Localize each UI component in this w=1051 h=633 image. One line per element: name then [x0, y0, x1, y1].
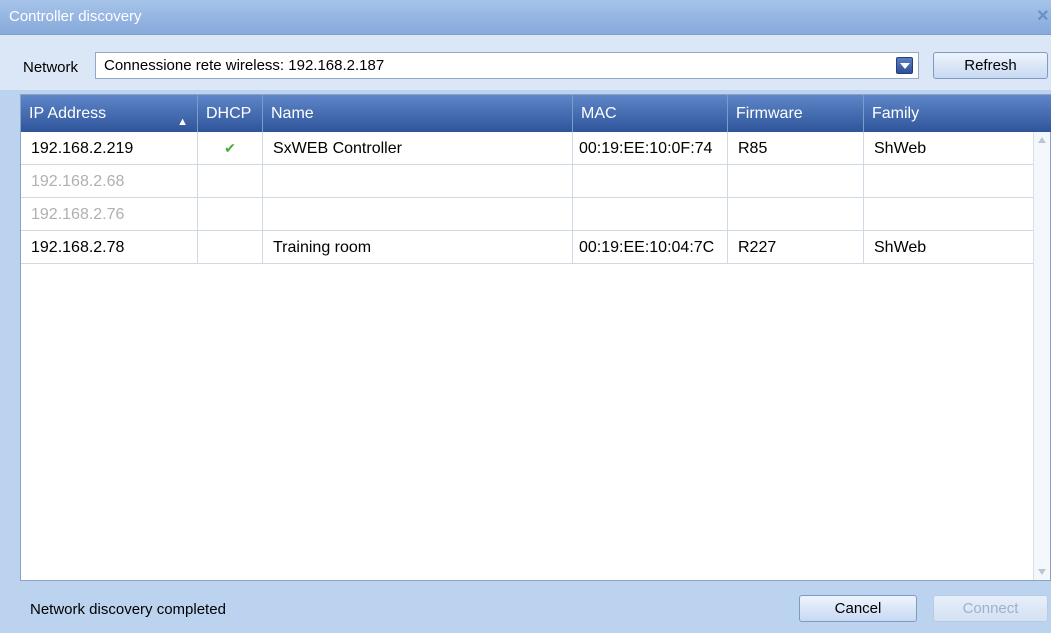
family-cell: ShWeb: [874, 140, 927, 157]
close-icon[interactable]: ×: [1037, 5, 1051, 28]
table-row[interactable]: 192.168.2.76: [21, 198, 1035, 231]
dhcp-cell: [198, 165, 263, 198]
vertical-scrollbar[interactable]: [1033, 132, 1050, 580]
name-cell: SxWEB Controller: [263, 132, 573, 165]
table-row[interactable]: 192.168.2.78 Training room 00:19:EE:10:0…: [21, 231, 1035, 264]
name-cell: [263, 165, 573, 198]
ip-cell: 192.168.2.219: [21, 132, 198, 165]
network-label: Network: [23, 59, 79, 76]
column-mac[interactable]: MAC: [573, 95, 728, 132]
network-select-value: Connessione rete wireless: 192.168.2.187: [104, 57, 385, 74]
table-row[interactable]: 192.168.2.219 ✔ SxWEB Controller 00:19:E…: [21, 132, 1035, 165]
firmware-cell: [728, 165, 864, 198]
column-ip-address[interactable]: IP Address ▲: [21, 95, 198, 132]
scroll-down-icon[interactable]: [1038, 569, 1046, 575]
scroll-up-icon[interactable]: [1038, 137, 1046, 143]
ip-cell: 192.168.2.76: [21, 198, 198, 231]
mac-cell: 00:19:EE:10:04:7C: [573, 231, 728, 264]
refresh-button[interactable]: Refresh: [933, 52, 1048, 79]
column-dhcp[interactable]: DHCP: [198, 95, 263, 132]
family-cell: [864, 165, 1035, 198]
connect-button[interactable]: Connect: [933, 595, 1048, 622]
ip-cell: 192.168.2.78: [21, 231, 198, 264]
name-cell: Training room: [263, 231, 573, 264]
firmware-cell: R85: [728, 132, 864, 165]
firmware-cell: R227: [728, 231, 864, 264]
title-bar: Controller discovery ×: [0, 0, 1051, 35]
ip-cell: 192.168.2.68: [21, 165, 198, 198]
column-family[interactable]: Family: [864, 95, 1051, 132]
family-cell: [864, 198, 1035, 231]
chevron-down-icon[interactable]: [896, 57, 913, 74]
window-title: Controller discovery: [9, 8, 142, 25]
check-icon: ✔: [198, 132, 263, 165]
dhcp-cell: [198, 198, 263, 231]
column-firmware[interactable]: Firmware: [728, 95, 864, 132]
family-cell: ShWeb: [874, 239, 927, 256]
mac-cell: 00:19:EE:10:0F:74: [573, 132, 728, 165]
cancel-button[interactable]: Cancel: [799, 595, 917, 622]
column-name[interactable]: Name: [263, 95, 573, 132]
table-row[interactable]: 192.168.2.68: [21, 165, 1035, 198]
name-cell: [263, 198, 573, 231]
network-select[interactable]: Connessione rete wireless: 192.168.2.187: [95, 52, 919, 79]
firmware-cell: [728, 198, 864, 231]
status-text: Network discovery completed: [30, 601, 226, 618]
table-header: IP Address ▲ DHCP Name MAC Firmware Fami…: [21, 95, 1051, 132]
mac-cell: [573, 165, 728, 198]
controller-table: IP Address ▲ DHCP Name MAC Firmware Fami…: [20, 94, 1051, 581]
mac-cell: [573, 198, 728, 231]
dhcp-cell: [198, 231, 263, 264]
